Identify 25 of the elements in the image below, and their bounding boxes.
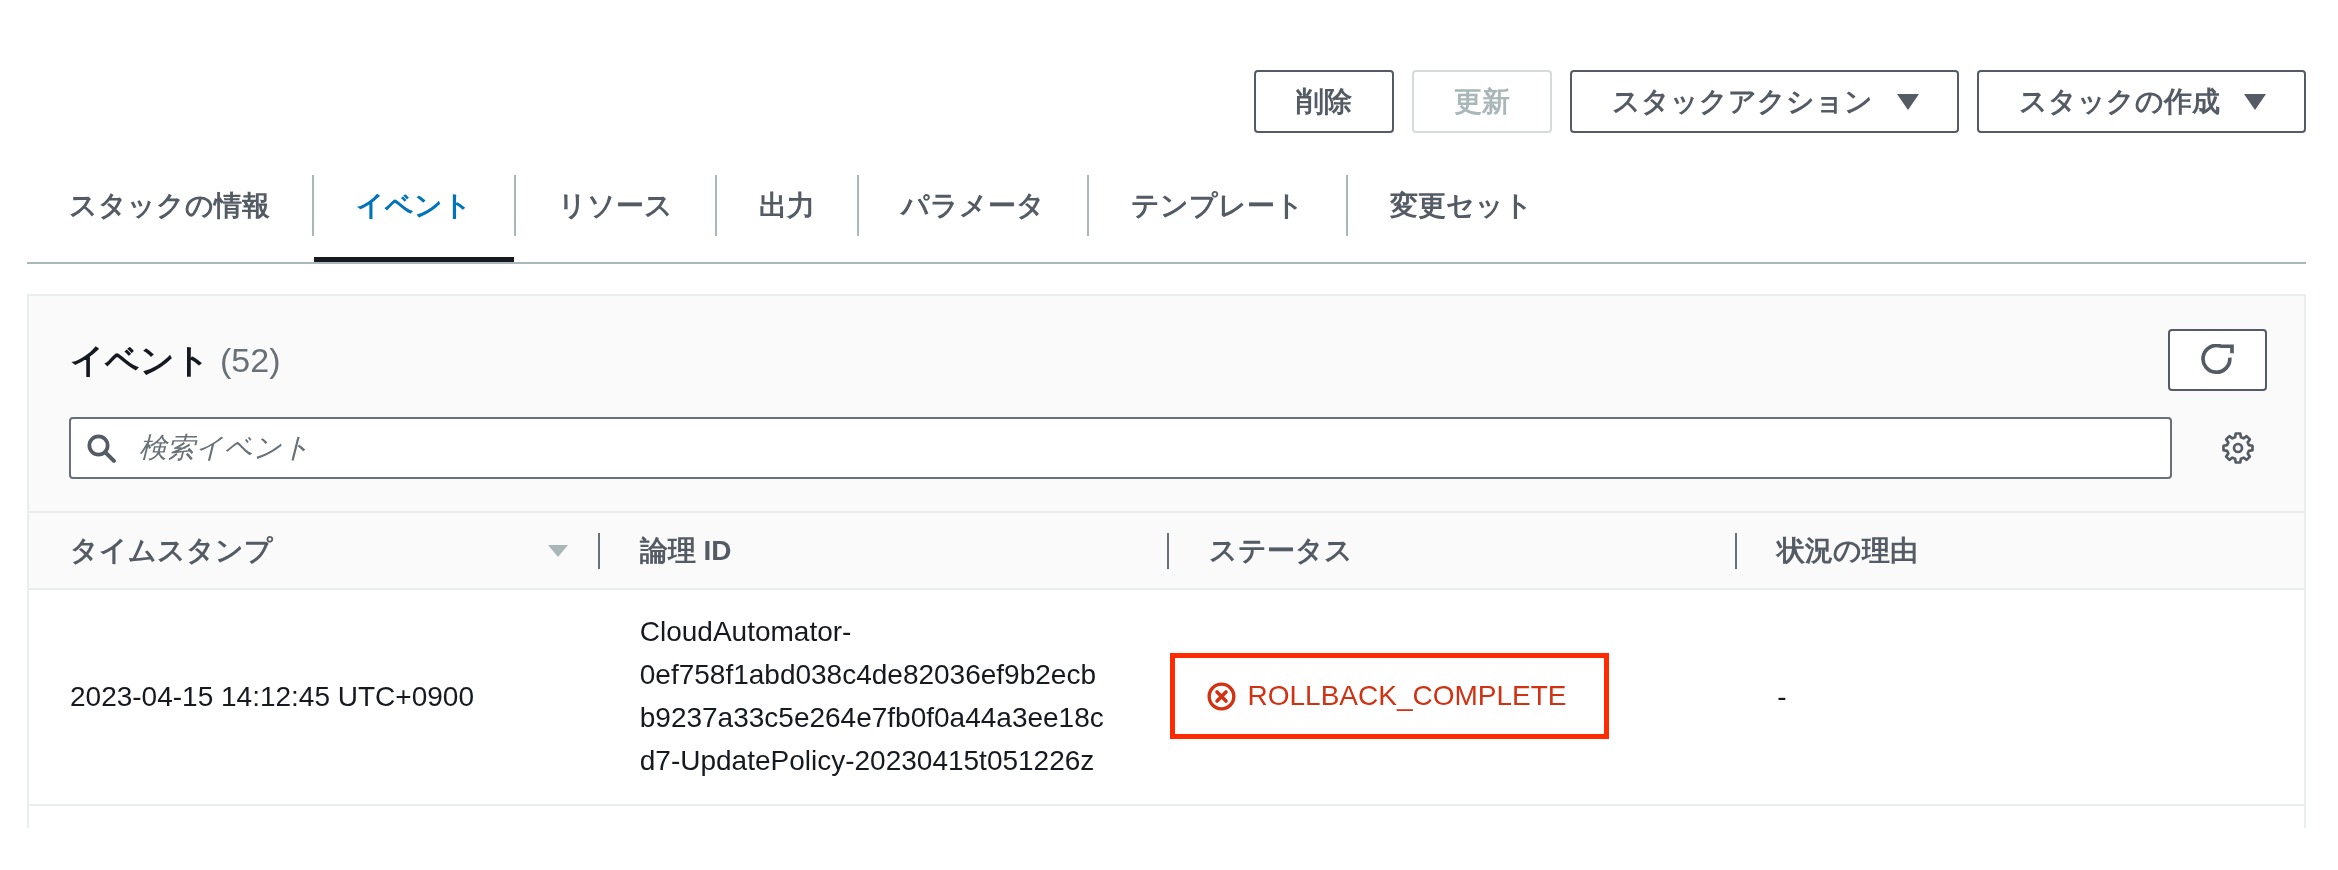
column-header[interactable]: ステータス — [1208, 529, 1353, 572]
search-icon — [86, 433, 116, 463]
action-button[interactable]: 削除 — [1254, 70, 1394, 133]
tab[interactable]: 変更セット — [1348, 160, 1575, 262]
column-header[interactable]: 状況の理由 — [1777, 529, 1919, 572]
panel-title: イベント — [70, 339, 210, 381]
settings-icon[interactable] — [2222, 432, 2254, 464]
event-count: (52) — [220, 339, 281, 381]
tab[interactable]: テンプレート — [1089, 160, 1346, 262]
search-field[interactable]: 検索イベント — [69, 417, 2172, 479]
column-header[interactable]: 論理 ID — [639, 529, 732, 572]
column-header[interactable]: タイムスタンプ — [70, 529, 273, 572]
dropdown-button[interactable]: スタックの作成 — [1977, 70, 2306, 133]
refresh-button[interactable] — [2168, 329, 2267, 391]
error-icon — [1206, 681, 1236, 711]
table-cell: - — [1777, 680, 1787, 712]
table-cell-text: CloudAutomator-0ef758f1abd038c4de82036ef9b2ecbb9237a33c5e264e7fb0f0a44a3ee18cd7-UpdatePolicy-20230415t051226z — [639, 615, 1105, 778]
table-cell: 2023-04-15 14:12:45 UTC+0900 — [70, 680, 474, 712]
tab[interactable]: 出力 — [717, 160, 857, 262]
tab[interactable]: スタックの情報 — [27, 160, 312, 262]
tab[interactable]: リソース — [516, 160, 715, 262]
tab[interactable]: パラメータ — [859, 160, 1087, 262]
dropdown-button[interactable]: スタックアクション — [1570, 70, 1959, 133]
status-text: ROLLBACK_COMPLETE — [1247, 682, 1567, 710]
refresh-icon — [2201, 344, 2234, 376]
